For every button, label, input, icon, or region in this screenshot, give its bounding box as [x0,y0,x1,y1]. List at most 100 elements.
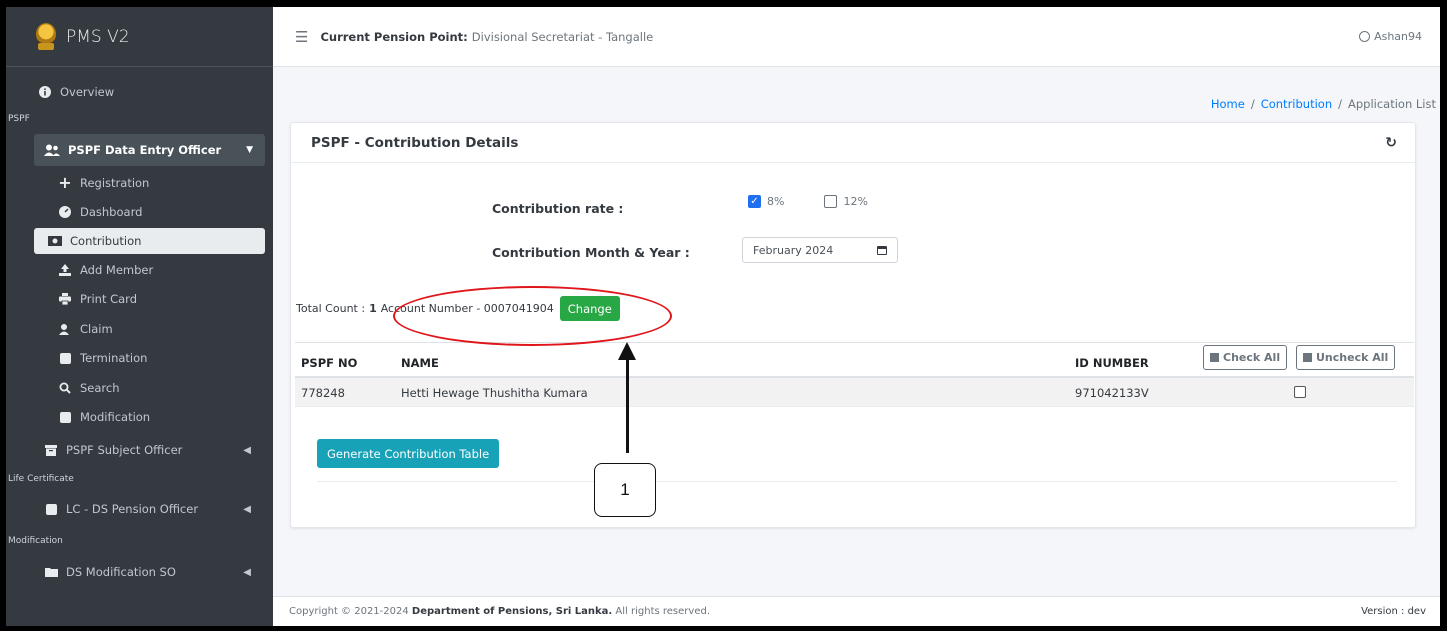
calendar-icon[interactable] [877,245,887,255]
annotation-arrow-line [626,357,629,453]
brand[interactable]: PMS V2 [6,7,273,67]
column-header-name: NAME [401,356,439,370]
breadcrumb-separator: / [1338,97,1342,111]
nav-header-life-certificate: Life Certificate [8,474,74,484]
sidebar-item-modification[interactable]: Modification [6,403,273,433]
contribution-month-label: Contribution Month & Year : [492,245,690,260]
sidebar-item-contribution[interactable]: Contribution [34,228,265,254]
sidebar-item-label: Overview [60,84,115,99]
document-icon [44,503,58,515]
cell-name: Hetti Hewage Thushitha Kumara [401,386,588,400]
version-label: Version : dev [1361,606,1426,617]
chevron-down-icon: ▼ [246,145,253,155]
contribution-month-row: Contribution Month & Year : [492,245,690,260]
checkbox-checked-icon: ✓ [748,195,761,208]
sidebar-item-label: PSPF Data Entry Officer [68,143,222,157]
sidebar-item-dashboard[interactable]: Dashboard [6,198,273,228]
sidebar-item-registration[interactable]: + Registration [6,168,273,198]
sidebar: PMS V2 Overview PSPF PSPF Data Entry Off… [6,7,273,626]
user-name: Ashan94 [1374,30,1422,43]
upload-icon [58,263,72,277]
emblem-icon [34,22,58,51]
sidebar-item-lc-ds-pension-officer[interactable]: LC - DS Pension Officer ◀ [6,490,273,528]
month-year-value: February 2024 [753,243,834,257]
annotation-ellipse [393,286,672,346]
menu-icon[interactable]: ☰ [295,28,308,46]
print-icon [58,292,72,306]
contribution-rate-options: ✓ 8% 12% [748,195,908,208]
rate-12-checkbox[interactable]: 12% [824,195,868,208]
column-header-pspf-no: PSPF NO [301,356,358,370]
rate-12-label: 12% [843,195,868,208]
user-circle-icon [1359,31,1371,42]
sidebar-item-label: Dashboard [80,205,143,220]
footer: Copyright © 2021-2024 Department of Pens… [273,596,1440,626]
sidebar-item-label: Search [80,380,120,395]
cell-id-number: 971042133V [1075,386,1149,400]
copyright-suffix: All rights reserved. [615,606,710,617]
sidebar-item-print-card[interactable]: Print Card [6,285,273,315]
rate-8-label: 8% [767,195,785,208]
sidebar-item-label: Add Member [80,262,154,277]
sidebar-item-label: Print Card [80,292,138,307]
sidebar-item-label: Claim [80,321,113,336]
sidebar-item-overview[interactable]: Overview [6,77,273,106]
sidebar-item-ds-modification-so[interactable]: DS Modification SO ◀ [6,552,273,592]
sidebar-item-search[interactable]: Search [6,373,273,403]
modification-icon [58,410,72,424]
sidebar-item-claim[interactable]: Claim [6,314,273,344]
generate-contribution-table-button[interactable]: Generate Contribution Table [317,439,500,468]
month-year-input[interactable]: February 2024 [742,237,898,263]
table-header-row: PSPF NO NAME ID NUMBER Check All Uncheck… [295,342,1414,378]
search-icon [58,381,72,395]
uncheck-all-label: Uncheck All [1316,351,1389,364]
square-icon [1303,353,1312,362]
copyright-prefix: Copyright © 2021-2024 [289,606,409,617]
month-year-field-wrap: February 2024 [742,237,898,263]
nav-header-modification: Modification [8,536,63,546]
members-table: PSPF NO NAME ID NUMBER Check All Uncheck… [295,342,1414,407]
sidebar-item-termination[interactable]: Termination [6,344,273,374]
sidebar-item-label: DS Modification SO [66,565,176,579]
table-row: 778248 Hetti Hewage Thushitha Kumara 971… [295,378,1414,407]
pension-point-label: Current Pension Point: [320,29,468,44]
sidebar-item-add-member[interactable]: Add Member [6,255,273,285]
sidebar-item-label: LC - DS Pension Officer [66,502,199,516]
divider [317,481,1397,482]
info-icon [38,85,52,99]
card-title: PSPF - Contribution Details [311,134,519,151]
sidebar-item-pspf-subject-officer[interactable]: PSPF Subject Officer ◀ [6,432,273,468]
sidebar-item-label: Registration [80,175,150,190]
check-all-button[interactable]: Check All [1203,345,1288,370]
sidebar-item-pspf-data-entry-officer[interactable]: PSPF Data Entry Officer ▼ [34,134,265,166]
contribution-rate-row: Contribution rate : [492,201,623,216]
sidebar-item-label: Modification [80,410,151,425]
breadcrumb-contribution[interactable]: Contribution [1261,97,1332,111]
check-all-label: Check All [1223,351,1281,364]
pension-point-value: Divisional Secretariat - Tangalle [471,29,654,44]
folder-icon [44,567,58,577]
refresh-icon[interactable]: ↻ [1385,135,1397,151]
total-count-label: Total Count : [296,302,366,315]
contribution-rate-label: Contribution rate : [492,201,624,216]
termination-icon [58,351,72,365]
uncheck-all-button[interactable]: Uncheck All [1296,345,1396,370]
chevron-left-icon: ◀ [243,503,251,515]
topbar: ☰ Current Pension Point: Divisional Secr… [273,7,1440,67]
users-icon [44,144,60,156]
breadcrumb-separator: / [1250,97,1255,111]
nav-header-pspf: PSPF [8,114,30,124]
breadcrumb-home[interactable]: Home [1211,97,1245,111]
sidebar-item-label: Contribution [70,234,142,248]
rate-8-checkbox[interactable]: ✓ 8% [748,195,784,208]
annotation-callout: 1 [594,463,656,517]
money-icon [48,234,62,248]
breadcrumb: Home / Contribution / Application List [1211,97,1436,111]
brand-name: PMS V2 [66,26,130,47]
check-square-icon [1210,353,1219,362]
sidebar-item-label: Termination [80,351,148,366]
user-menu[interactable]: Ashan94 [1359,30,1422,43]
row-select-checkbox[interactable] [1294,386,1306,398]
breadcrumb-current: Application List [1347,97,1436,111]
chevron-left-icon: ◀ [243,566,251,578]
